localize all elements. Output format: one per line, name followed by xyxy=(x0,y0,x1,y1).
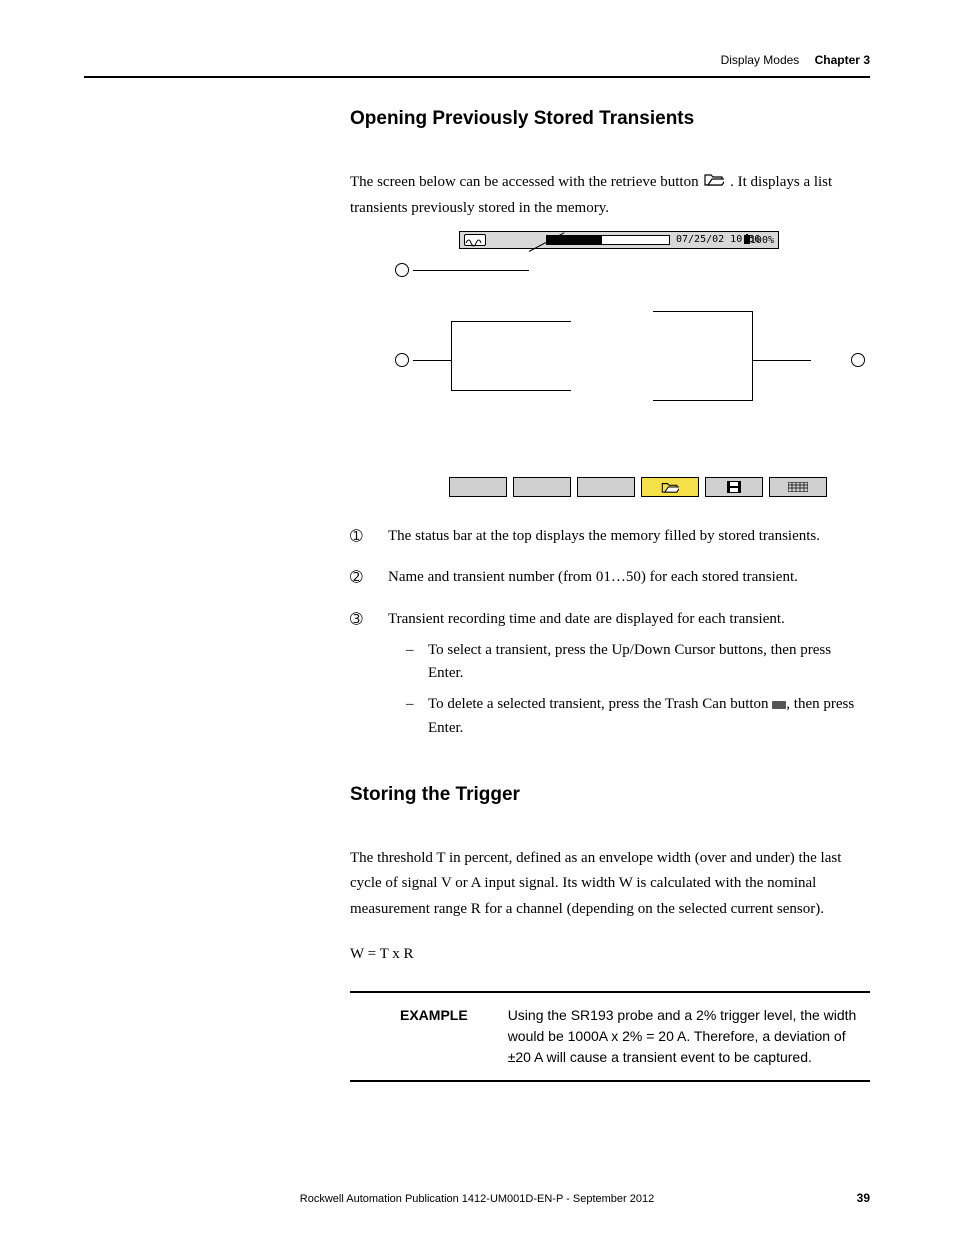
fbtn-1 xyxy=(449,477,507,497)
callout-2-leader xyxy=(413,360,451,361)
transient-screen-figure: 07/25/02 10:56 100% xyxy=(395,231,825,501)
example-label: EXAMPLE xyxy=(354,1005,468,1068)
disk-icon xyxy=(727,481,741,493)
callout-number-2: ➁ xyxy=(350,566,370,589)
function-button-row xyxy=(449,477,827,497)
fbtn-retrieve xyxy=(641,477,699,497)
fbtn-2 xyxy=(513,477,571,497)
callout-text-3: Transient recording time and date are di… xyxy=(388,611,785,627)
dash-1: – xyxy=(406,639,418,686)
retrieve-folder-icon xyxy=(661,481,679,493)
trash-can-icon xyxy=(772,701,786,709)
page-header: Display Modes Chapter 3 xyxy=(721,53,870,67)
retrieve-folder-icon xyxy=(704,170,724,196)
sub-item-delete: – To delete a selected transient, press … xyxy=(406,693,870,740)
fbtn-save xyxy=(705,477,763,497)
sub-text-select: To select a transient, press the Up/Down… xyxy=(428,639,870,686)
heading-opening-transients: Opening Previously Stored Transients xyxy=(350,108,870,130)
callout-item-1: ➀ The status bar at the top displays the… xyxy=(350,525,870,548)
callout-1-marker xyxy=(395,263,409,277)
trigger-formula: W = T x R xyxy=(350,946,870,963)
sub-item-select: – To select a transient, press the Up/Do… xyxy=(406,639,870,686)
callout-3-leader xyxy=(753,360,811,361)
callout-number-3: ➂ xyxy=(350,608,370,740)
intro-text-a: The screen below can be accessed with th… xyxy=(350,174,702,190)
footer-publication: Rockwell Automation Publication 1412-UM0… xyxy=(0,1193,954,1205)
callout-2-marker xyxy=(395,353,409,367)
intro-paragraph: The screen below can be accessed with th… xyxy=(350,170,870,221)
header-chapter: Chapter 3 xyxy=(815,53,870,67)
keyboard-icon xyxy=(788,482,808,492)
header-rule xyxy=(84,76,870,78)
battery-indicator: 100% xyxy=(744,234,774,246)
callout-item-3: ➂ Transient recording time and date are … xyxy=(350,608,870,740)
example-box: EXAMPLE Using the SR193 probe and a 2% t… xyxy=(350,991,870,1082)
heading-storing-trigger: Storing the Trigger xyxy=(350,784,870,806)
callout-list: ➀ The status bar at the top displays the… xyxy=(350,525,870,740)
page-number: 39 xyxy=(857,1191,870,1205)
callout-2-bracket xyxy=(451,321,571,391)
callout-text-2: Name and transient number (from 01…50) f… xyxy=(388,566,798,589)
example-text: Using the SR193 probe and a 2% trigger l… xyxy=(508,1005,866,1068)
waveform-icon xyxy=(464,234,486,246)
status-bar: 07/25/02 10:56 100% xyxy=(459,231,779,249)
callout-item-2: ➁ Name and transient number (from 01…50)… xyxy=(350,566,870,589)
trigger-paragraph: The threshold T in percent, defined as a… xyxy=(350,846,870,923)
fbtn-3 xyxy=(577,477,635,497)
dash-2: – xyxy=(406,693,418,740)
callout-1-leader xyxy=(413,270,529,271)
fbtn-keyboard xyxy=(769,477,827,497)
header-section: Display Modes xyxy=(721,53,800,67)
callout-3-marker xyxy=(851,353,865,367)
callout-3-bracket xyxy=(653,311,753,401)
callout-text-1: The status bar at the top displays the m… xyxy=(388,525,820,548)
callout-number-1: ➀ xyxy=(350,525,370,548)
sub-text-delete: To delete a selected transient, press th… xyxy=(428,693,870,740)
